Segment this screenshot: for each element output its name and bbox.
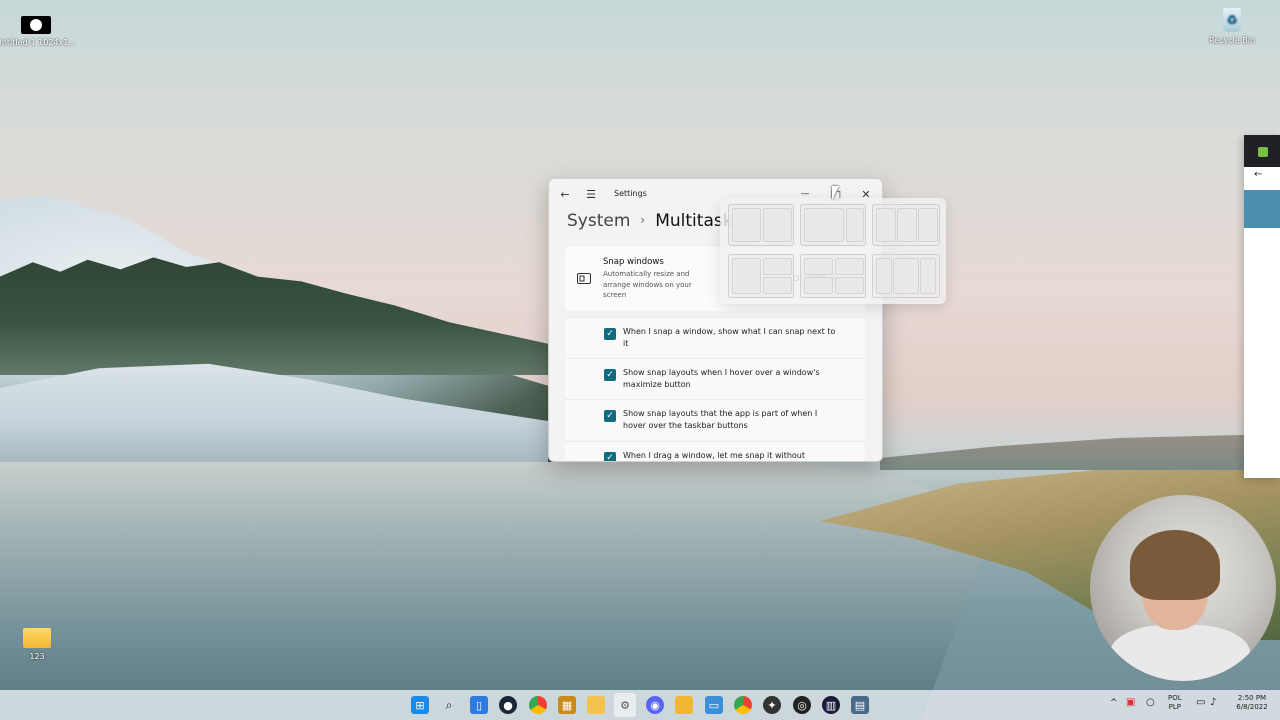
app-icon[interactable]: ▤ [851, 696, 869, 714]
desktop-icon-label: Recycle Bin [1208, 36, 1256, 45]
app-icon[interactable]: ▥ [822, 696, 840, 714]
option-row[interactable]: ✓ When I drag a window, let me snap it w… [565, 441, 865, 461]
network-icon[interactable]: ○ [1146, 698, 1155, 708]
breadcrumb-system[interactable]: System [567, 211, 630, 231]
snap-layout-halves[interactable] [728, 204, 794, 246]
background-window[interactable]: ← [1244, 135, 1280, 478]
image-file-icon [21, 16, 51, 34]
app-icon [1258, 147, 1268, 157]
snap-zone[interactable] [763, 208, 792, 242]
steam-icon[interactable]: ● [499, 696, 517, 714]
option-label: When I drag a window, let me snap it wit… [623, 451, 806, 460]
desktop-icon-folder[interactable]: 123 [0, 628, 77, 661]
tray-app-icon[interactable]: ▣ [1126, 698, 1135, 708]
clock-time: 2:50 PM [1237, 694, 1267, 702]
snap-zone[interactable] [893, 258, 919, 294]
settings-icon[interactable]: ⚙ [614, 693, 636, 717]
checkbox[interactable]: ✓ [604, 328, 616, 340]
chrome-icon[interactable] [734, 696, 752, 714]
chevron-up-icon[interactable]: ^ [1110, 699, 1118, 708]
chrome-icon[interactable] [529, 696, 547, 714]
checkbox[interactable]: ✓ [604, 410, 616, 422]
snap-zone[interactable] [732, 258, 761, 294]
window-title: Settings [614, 189, 647, 198]
snap-layout-grid[interactable] [728, 254, 794, 298]
snap-zone[interactable] [763, 277, 792, 294]
snap-zone[interactable] [732, 208, 761, 242]
snap-zone[interactable] [804, 258, 833, 275]
desktop-icon-label: 123 [29, 652, 45, 661]
language-indicator[interactable]: POL PLP [1168, 694, 1182, 712]
snap-zone[interactable] [897, 208, 917, 242]
snap-layout-thirds[interactable] [872, 204, 940, 246]
option-row[interactable]: ✓ Show snap layouts when I hover over a … [565, 358, 865, 399]
task-view-icon[interactable]: ▯ [470, 696, 488, 714]
snap-zone[interactable] [835, 277, 864, 294]
option-label: Show snap layouts when I hover over a wi… [623, 368, 820, 389]
background-window-banner [1244, 190, 1280, 228]
search-icon[interactable]: ⌕ [440, 696, 458, 714]
snap-zone[interactable] [835, 258, 864, 275]
display-icon[interactable]: ▭ [1196, 698, 1205, 708]
taskbar: ⊞ ⌕ ▯ ● ▦ ⚙ ◉ ▭ ✦ ◎ ▥ ▤ ^ ▣ ○ POL PLP ▭ … [0, 690, 1280, 720]
menu-button[interactable]: ☰ [581, 185, 601, 203]
snap-layout-two-thirds[interactable] [800, 204, 866, 246]
snap-layout-quarters[interactable] [800, 254, 866, 298]
snap-zone[interactable] [876, 258, 892, 294]
option-label: When I snap a window, show what I can sn… [623, 327, 836, 348]
option-row[interactable]: ✓ When I snap a window, show what I can … [565, 317, 865, 358]
folder-icon [23, 628, 51, 648]
recycle-bin-icon: ♻ [1223, 8, 1241, 32]
language-top: POL [1168, 694, 1182, 702]
webcam-overlay [1090, 495, 1276, 681]
remote-desktop-icon[interactable]: ▭ [705, 696, 723, 714]
snap-zone[interactable] [846, 208, 864, 242]
background-window-titlebar [1244, 135, 1280, 167]
snap-layouts-flyout [720, 198, 946, 304]
snap-windows-icon [577, 273, 591, 287]
webcam-person-shirt [1110, 625, 1250, 681]
snap-layout-wide-center[interactable] [872, 254, 940, 298]
language-bottom: PLP [1168, 703, 1181, 711]
back-button[interactable]: ← [555, 185, 575, 203]
option-row[interactable]: ✓ Show snap layouts that the app is part… [565, 399, 865, 440]
mouse-cursor-icon [832, 186, 839, 200]
chevron-right-icon: › [640, 213, 646, 227]
landscape-forest [0, 257, 548, 375]
webcam-person-hair [1130, 530, 1220, 600]
snap-zone[interactable] [918, 208, 938, 242]
desktop-icon-recycle-bin[interactable]: ♻ Recycle Bin [1192, 8, 1272, 45]
start-icon[interactable]: ⊞ [411, 696, 429, 714]
folder-icon[interactable] [675, 696, 693, 714]
snap-zone[interactable] [920, 258, 936, 294]
snap-zone[interactable] [876, 208, 896, 242]
snap-zone[interactable] [763, 258, 792, 275]
file-explorer-icon[interactable] [587, 696, 605, 714]
back-arrow-icon[interactable]: ← [1254, 169, 1262, 180]
obs-icon[interactable]: ◎ [793, 696, 811, 714]
desktop-icon-label: Untitled-1 1024x1... [0, 38, 76, 47]
option-label: Show snap layouts that the app is part o… [623, 409, 818, 430]
snap-zone[interactable] [804, 208, 844, 242]
discord-icon[interactable]: ◉ [646, 696, 664, 714]
volume-icon[interactable]: ♪ [1210, 698, 1216, 708]
clock[interactable]: 2:50 PM 6/8/2022 [1232, 694, 1272, 712]
snap-windows-description: Automatically resize and arrange windows… [603, 270, 692, 299]
snap-windows-title: Snap windows [603, 257, 664, 267]
checkbox[interactable]: ✓ [604, 452, 616, 461]
clock-date: 6/8/2022 [1236, 703, 1268, 711]
landscape-shore [880, 434, 1280, 470]
app-icon[interactable]: ▦ [558, 696, 576, 714]
desktop-icon-untitled[interactable]: Untitled-1 1024x1... [0, 16, 76, 47]
snap-zone[interactable] [804, 277, 833, 294]
checkbox[interactable]: ✓ [604, 369, 616, 381]
app-icon[interactable]: ✦ [763, 696, 781, 714]
